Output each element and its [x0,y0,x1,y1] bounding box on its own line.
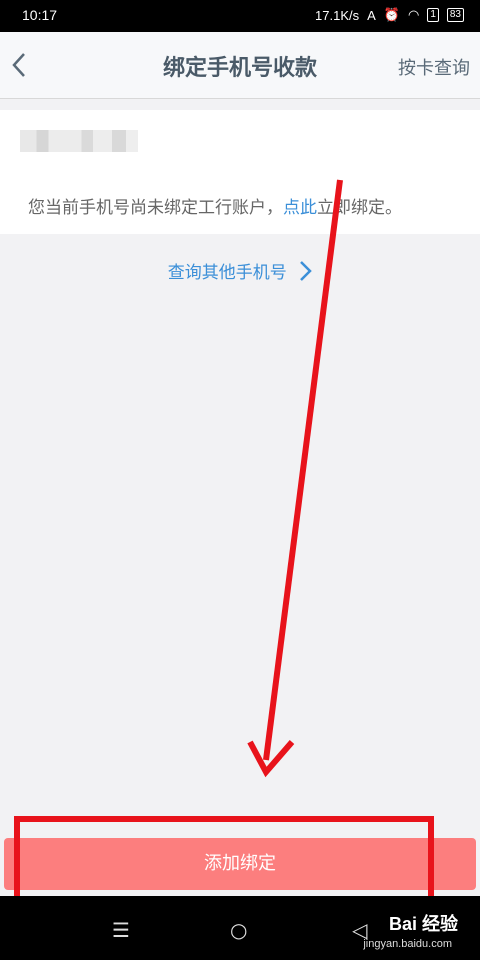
status-time: 10:17 [22,7,58,23]
phone-info-card: 您当前手机号尚未绑定工行账户，点此立即绑定。 [0,110,480,234]
query-other-label: 查询其他手机号 [167,263,287,283]
bind-notice: 您当前手机号尚未绑定工行账户，点此立即绑定。 [28,193,402,218]
notice-suffix: 立即绑定。 [317,198,402,218]
battery-icon: 83 [446,8,464,22]
chevron-right-icon [300,260,312,281]
menu-icon[interactable]: ☰ [112,918,130,942]
query-by-card-link[interactable]: 按卡查询 [398,54,470,80]
add-binding-button[interactable]: 添加绑定 [4,838,476,890]
network-speed: 17.1K/s [315,7,360,23]
font-a-icon: A [367,7,376,23]
sim-icon: 1 [427,8,439,22]
click-here-link[interactable]: 点此 [283,198,317,218]
status-bar: 10:17 17.1K/s A ⏰ ◠ 1 83 [0,0,480,32]
notice-prefix: 您当前手机号尚未绑定工行账户， [28,198,283,218]
watermark-logo: Bai 经验 [388,914,458,934]
wifi-icon: ◠ [407,7,420,22]
query-other-phone-link[interactable]: 查询其他手机号 [0,258,480,283]
home-icon[interactable]: ○ [230,918,247,942]
alarm-icon: ⏰ [383,7,400,22]
watermark-url: jingyan.baidu.com [363,938,452,950]
top-nav-bar: 绑定手机号收款 按卡查询 [0,32,480,99]
masked-phone-number [20,130,138,152]
status-icons: 17.1K/s A ⏰ ◠ 1 83 [315,7,464,23]
